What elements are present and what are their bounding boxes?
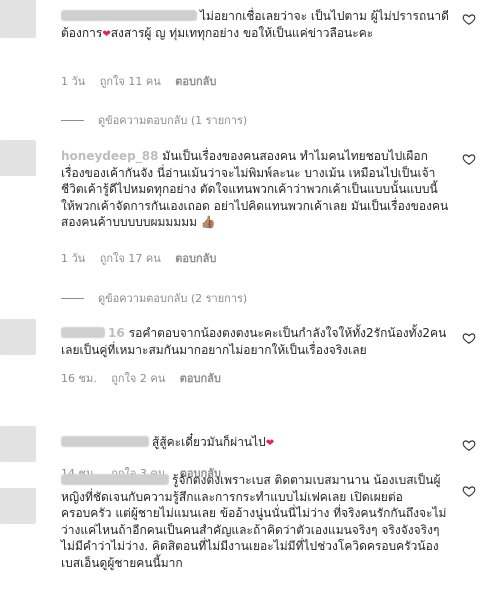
comment-text: honeydeep_88 มันเป็นเรื่องของคนสองคน ทำไ… xyxy=(61,149,449,229)
divider-line xyxy=(61,119,84,121)
username-tail: 16 xyxy=(108,326,125,340)
timestamp: 16 ชม. xyxy=(61,372,97,385)
avatar[interactable] xyxy=(0,488,36,524)
avatar[interactable] xyxy=(0,319,36,355)
username-redacted[interactable] xyxy=(61,327,105,338)
divider-line xyxy=(61,297,84,299)
heart-emoji-icon: ❤ xyxy=(265,438,275,449)
reply-button[interactable]: ตอบกลับ xyxy=(175,75,216,88)
like-count[interactable]: ถูกใจ 11 คน xyxy=(100,75,161,88)
reply-button[interactable]: ตอบกลับ xyxy=(175,252,216,265)
comment-meta: 16 ชม. ถูกใจ 2 คน ตอบกลับ xyxy=(61,369,232,387)
like-heart-icon[interactable] xyxy=(462,152,476,166)
avatar[interactable] xyxy=(0,140,36,176)
username-redacted[interactable] xyxy=(61,474,169,485)
like-count[interactable]: ถูกใจ 2 คน xyxy=(111,372,165,385)
view-replies-button[interactable]: ดูข้อความตอบกลับ (2 รายการ) xyxy=(61,289,247,307)
avatar[interactable] xyxy=(0,426,36,462)
timestamp: 1 วัน xyxy=(61,75,86,88)
thumbs-up-emoji-icon: 👍🏽 xyxy=(200,215,216,229)
comment-meta: 1 วัน ถูกใจ 17 คน ตอบกลับ xyxy=(61,249,227,267)
reply-button[interactable]: ตอบกลับ xyxy=(180,372,221,385)
username[interactable]: honeydeep_88 xyxy=(61,149,158,163)
like-heart-icon[interactable] xyxy=(462,438,476,452)
like-heart-icon[interactable] xyxy=(462,331,476,345)
heart-emoji-icon: ❤ xyxy=(102,28,111,40)
username-redacted[interactable] xyxy=(61,436,149,447)
timestamp: 1 วัน xyxy=(61,252,86,265)
like-count[interactable]: ถูกใจ 17 คน xyxy=(100,252,161,265)
like-heart-icon[interactable] xyxy=(462,12,476,26)
comment-text: สู้สู้คะเดี๋ยวมันก็ผ่านไป❤ xyxy=(61,434,451,453)
comment-text: รู้จักตงตงเพราะเบส ติดตามเบสมานาน น้องเบ… xyxy=(61,473,447,570)
username-redacted[interactable] xyxy=(61,10,197,21)
avatar[interactable] xyxy=(0,0,36,38)
comment-meta: 1 วัน ถูกใจ 11 คน ตอบกลับ xyxy=(61,72,227,90)
like-heart-icon[interactable] xyxy=(462,484,476,498)
view-replies-button[interactable]: ดูข้อความตอบกลับ (1 รายการ) xyxy=(61,111,247,129)
comment-text: ไม่อยากเชื่อเลยว่าจะ เป็นไปตาม ผู้ไม่ปรา… xyxy=(61,9,449,40)
comment-text: 16 รอคำตอบจากน้องตงตงนะคะเป็นกำลังใจให้ทั… xyxy=(61,326,447,357)
